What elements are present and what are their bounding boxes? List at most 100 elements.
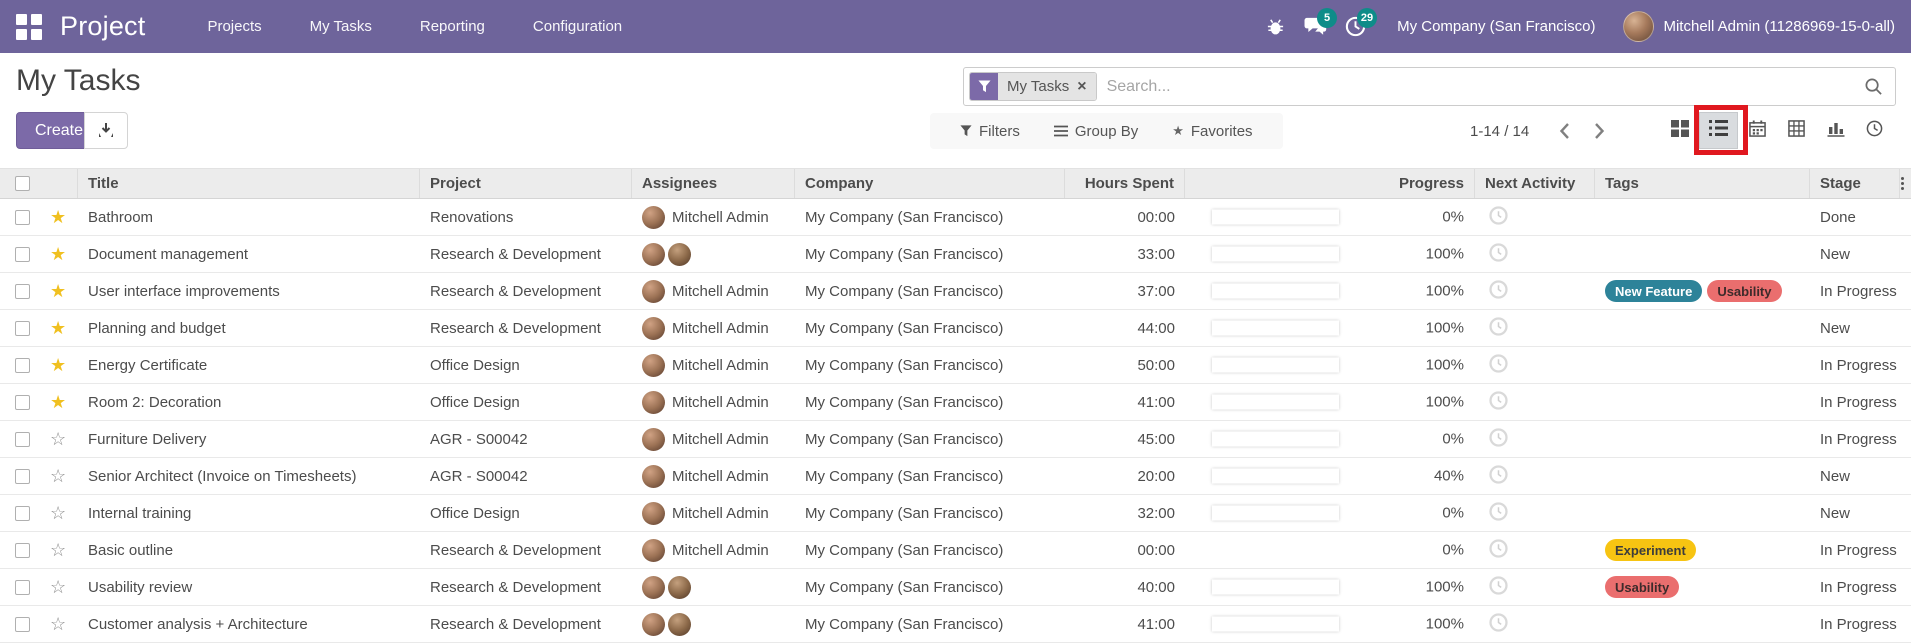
header-progress[interactable]: Progress [1185, 169, 1475, 198]
row-checkbox[interactable] [15, 431, 30, 447]
facet-remove-icon[interactable]: × [1077, 78, 1086, 96]
task-row[interactable]: ☆ Customer analysis + Architecture Researc… [0, 606, 1911, 643]
task-title[interactable]: Senior Architect (Invoice on Timesheets) [78, 458, 420, 494]
task-next-activity[interactable] [1475, 384, 1595, 420]
header-tags[interactable]: Tags [1595, 169, 1810, 198]
company-switcher[interactable]: My Company (San Francisco) [1397, 18, 1595, 35]
pager-previous-icon[interactable] [1547, 116, 1582, 146]
progress-bar [1212, 431, 1339, 447]
messages-icon[interactable]: 5 [1295, 0, 1338, 53]
header-project[interactable]: Project [420, 169, 632, 198]
header-company[interactable]: Company [795, 169, 1065, 198]
priority-star-icon[interactable]: ☆ [50, 541, 66, 559]
search-input[interactable] [1096, 77, 1864, 96]
priority-star-icon[interactable]: ☆ [50, 504, 66, 522]
task-row[interactable]: ★ Bathroom Renovations Mitchell Admin My Com… [0, 199, 1911, 236]
row-checkbox[interactable] [15, 505, 30, 521]
view-button-list[interactable] [1699, 112, 1738, 149]
task-row[interactable]: ☆ Internal training Office Design Mitchell … [0, 495, 1911, 532]
task-next-activity[interactable] [1475, 569, 1595, 605]
task-title[interactable]: Basic outline [78, 532, 420, 568]
row-checkbox[interactable] [15, 320, 30, 336]
priority-star-icon[interactable]: ☆ [50, 430, 66, 448]
task-title[interactable]: Internal training [78, 495, 420, 531]
user-menu[interactable]: Mitchell Admin (11286969-15-0-all) [1623, 11, 1895, 42]
priority-star-icon[interactable]: ★ [50, 282, 66, 300]
priority-star-icon[interactable]: ★ [50, 245, 66, 263]
row-checkbox[interactable] [15, 357, 30, 373]
menu-reporting[interactable]: Reporting [400, 0, 505, 53]
task-title[interactable]: User interface improvements [78, 273, 420, 309]
task-row[interactable]: ★ Planning and budget Research & Developme… [0, 310, 1911, 347]
view-button-graph[interactable] [1816, 112, 1855, 149]
activities-icon[interactable]: 29 [1335, 0, 1378, 53]
task-next-activity[interactable] [1475, 347, 1595, 383]
header-title[interactable]: Title [78, 169, 420, 198]
app-brand[interactable]: Project [60, 11, 145, 42]
priority-star-icon[interactable]: ★ [50, 208, 66, 226]
view-button-pivot[interactable] [1777, 112, 1816, 149]
row-checkbox[interactable] [15, 394, 30, 410]
task-next-activity[interactable] [1475, 421, 1595, 457]
priority-star-icon[interactable]: ★ [50, 356, 66, 374]
task-next-activity[interactable] [1475, 236, 1595, 272]
row-checkbox[interactable] [15, 542, 30, 558]
task-title[interactable]: Usability review [78, 569, 420, 605]
priority-star-icon[interactable]: ☆ [50, 467, 66, 485]
task-next-activity[interactable] [1475, 532, 1595, 568]
task-title[interactable]: Document management [78, 236, 420, 272]
export-button[interactable] [84, 112, 128, 149]
row-checkbox[interactable] [15, 616, 30, 632]
header-next-activity[interactable]: Next Activity [1475, 169, 1595, 198]
task-title[interactable]: Energy Certificate [78, 347, 420, 383]
group-by-button[interactable]: Group By [1053, 123, 1138, 140]
debug-bug-icon[interactable] [1255, 0, 1295, 53]
row-checkbox[interactable] [15, 246, 30, 262]
header-hours-spent[interactable]: Hours Spent [1065, 169, 1185, 198]
task-next-activity[interactable] [1475, 495, 1595, 531]
row-checkbox[interactable] [15, 283, 30, 299]
task-title[interactable]: Room 2: Decoration [78, 384, 420, 420]
pager-next-icon[interactable] [1582, 116, 1617, 146]
task-next-activity[interactable] [1475, 606, 1595, 642]
menu-my-tasks[interactable]: My Tasks [290, 0, 392, 53]
filters-button[interactable]: Filters [960, 123, 1020, 140]
task-row[interactable]: ★ Document management Research & Developme… [0, 236, 1911, 273]
task-title[interactable]: Customer analysis + Architecture [78, 606, 420, 642]
search-bar[interactable]: My Tasks × [963, 67, 1896, 106]
task-title[interactable]: Planning and budget [78, 310, 420, 346]
search-facet-my-tasks[interactable]: My Tasks × [969, 72, 1097, 101]
task-title[interactable]: Furniture Delivery [78, 421, 420, 457]
view-button-calendar[interactable] [1738, 112, 1777, 149]
task-next-activity[interactable] [1475, 310, 1595, 346]
view-button-activity[interactable] [1855, 112, 1894, 149]
header-stage[interactable]: Stage [1810, 169, 1900, 198]
task-next-activity[interactable] [1475, 273, 1595, 309]
task-next-activity[interactable] [1475, 458, 1595, 494]
priority-star-icon[interactable]: ★ [50, 319, 66, 337]
priority-star-icon[interactable]: ☆ [50, 578, 66, 596]
task-title[interactable]: Bathroom [78, 199, 420, 235]
menu-projects[interactable]: Projects [187, 0, 281, 53]
task-row[interactable]: ☆ Furniture Delivery AGR - S00042 Mitchell … [0, 421, 1911, 458]
task-row[interactable]: ★ Energy Certificate Office Design Mitchell… [0, 347, 1911, 384]
task-next-activity[interactable] [1475, 199, 1595, 235]
menu-configuration[interactable]: Configuration [513, 0, 642, 53]
priority-star-icon[interactable]: ☆ [50, 615, 66, 633]
search-icon[interactable] [1864, 77, 1883, 96]
apps-menu-icon[interactable] [16, 13, 42, 40]
optional-columns-toggle[interactable] [1900, 169, 1911, 198]
task-row[interactable]: ★ Room 2: Decoration Office Design Mitchell… [0, 384, 1911, 421]
row-checkbox[interactable] [15, 209, 30, 225]
row-checkbox[interactable] [15, 468, 30, 484]
task-row[interactable]: ☆ Basic outline Research & Development Mitc… [0, 532, 1911, 569]
favorites-button[interactable]: ★ Favorites [1172, 123, 1252, 140]
task-row[interactable]: ☆ Usability review Research & Development M… [0, 569, 1911, 606]
task-row[interactable]: ☆ Senior Architect (Invoice on Timesheets… [0, 458, 1911, 495]
priority-star-icon[interactable]: ★ [50, 393, 66, 411]
row-checkbox[interactable] [15, 579, 30, 595]
select-all-checkbox[interactable] [15, 176, 30, 191]
view-button-kanban[interactable] [1660, 112, 1699, 149]
task-row[interactable]: ★ User interface improvements Research & D… [0, 273, 1911, 310]
header-assignees[interactable]: Assignees [632, 169, 795, 198]
